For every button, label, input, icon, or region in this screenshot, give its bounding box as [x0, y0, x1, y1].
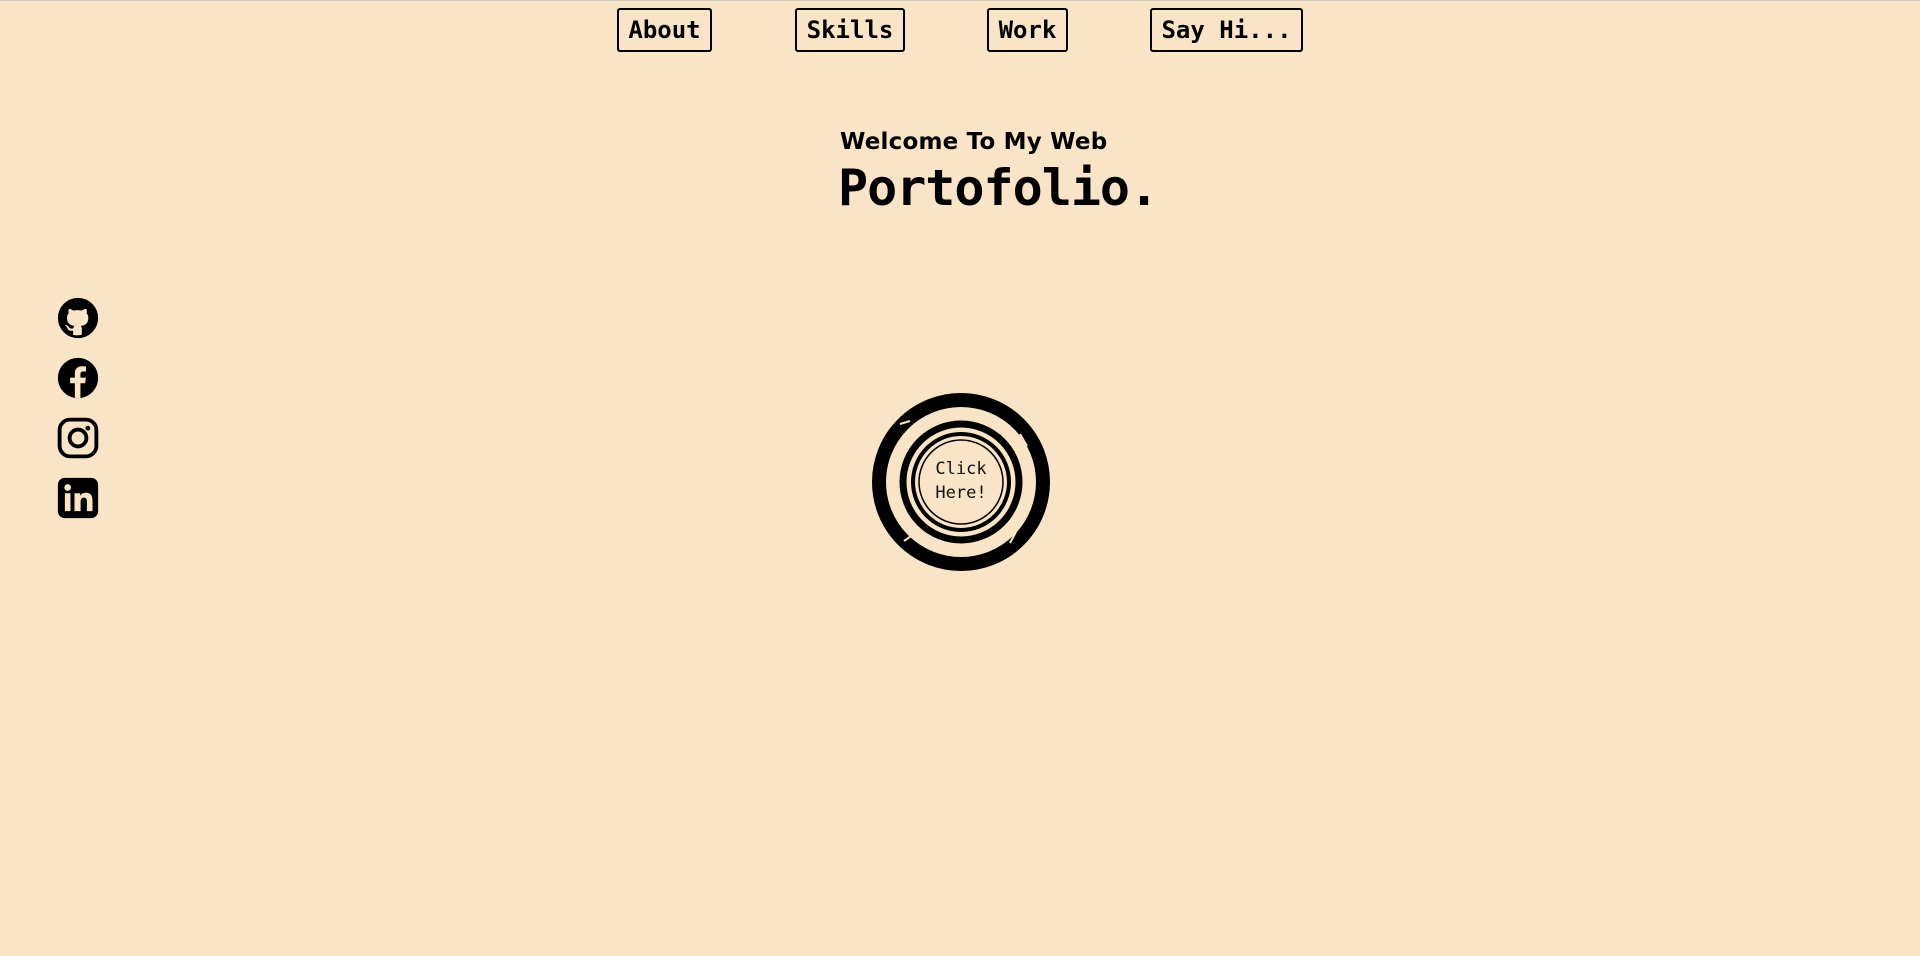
instagram-icon: [57, 417, 99, 459]
nav-skills-button[interactable]: Skills: [795, 8, 905, 52]
welcome-text: Welcome To My Web: [840, 129, 1108, 155]
page-title: Portofolio.: [838, 159, 1159, 217]
click-here-button[interactable]: Click Here!: [870, 391, 1052, 573]
social-links: [57, 297, 99, 537]
top-nav: About Skills Work Say Hi...: [0, 8, 1920, 56]
nav-work-button[interactable]: Work: [987, 8, 1068, 52]
click-here-line-1: Click: [935, 459, 987, 479]
github-icon: [57, 297, 99, 339]
nav-about-button[interactable]: About: [617, 8, 712, 52]
facebook-link[interactable]: [57, 357, 99, 399]
instagram-link[interactable]: [57, 417, 99, 459]
linkedin-link[interactable]: [57, 477, 99, 519]
click-here-line-2: Here!: [935, 483, 987, 503]
nav-say-hi-button[interactable]: Say Hi...: [1150, 8, 1303, 52]
facebook-icon: [57, 357, 99, 399]
linkedin-icon: [57, 477, 99, 519]
click-here-label: Click Here!: [870, 457, 1052, 505]
github-link[interactable]: [57, 297, 99, 339]
